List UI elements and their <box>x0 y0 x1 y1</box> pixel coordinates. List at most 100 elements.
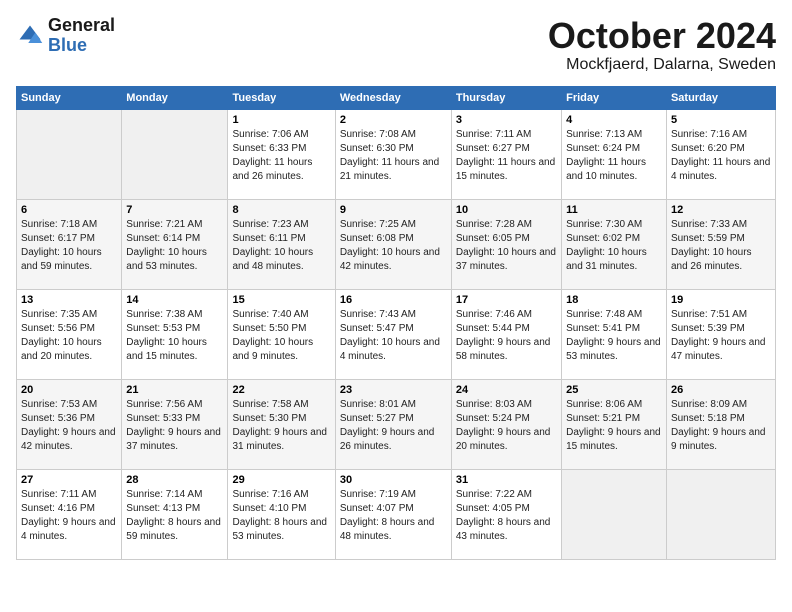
calendar-cell: 11 Sunrise: 7:30 AMSunset: 6:02 PMDayligh… <box>562 199 667 289</box>
col-friday: Friday <box>562 86 667 109</box>
calendar-week-1: 1 Sunrise: 7:06 AMSunset: 6:33 PMDaylight… <box>17 109 776 199</box>
calendar-cell: 10Sunrise: 7:28 AMSunset: 6:05 PMDayligh… <box>451 199 561 289</box>
title-block: October 2024 Mockfjaerd, Dalarna, Sweden <box>548 16 776 74</box>
day-info: Sunrise: 7:56 AMSunset: 5:33 PMDaylight:… <box>126 398 223 454</box>
day-number: 11 <box>566 204 662 216</box>
day-info: Sunrise: 7:25 AMSunset: 6:08 PMDaylight:… <box>340 218 447 274</box>
calendar-cell: 7 Sunrise: 7:21 AMSunset: 6:14 PMDaylight… <box>122 199 228 289</box>
day-info: Sunrise: 7:33 AMSunset: 5:59 PMDaylight:… <box>671 218 771 274</box>
day-number: 18 <box>566 294 662 306</box>
day-info: Sunrise: 7:19 AMSunset: 4:07 PMDaylight:… <box>340 488 447 544</box>
calendar-cell: 2 Sunrise: 7:08 AMSunset: 6:30 PMDaylight… <box>335 109 451 199</box>
day-number: 9 <box>340 204 447 216</box>
day-number: 25 <box>566 384 662 396</box>
day-info: Sunrise: 7:53 AMSunset: 5:36 PMDaylight:… <box>21 398 117 454</box>
day-number: 17 <box>456 294 557 306</box>
day-number: 30 <box>340 474 447 486</box>
day-info: Sunrise: 7:28 AMSunset: 6:05 PMDaylight:… <box>456 218 557 274</box>
calendar-cell: 5 Sunrise: 7:16 AMSunset: 6:20 PMDaylight… <box>666 109 775 199</box>
calendar-cell: 8 Sunrise: 7:23 AMSunset: 6:11 PMDaylight… <box>228 199 335 289</box>
day-number: 28 <box>126 474 223 486</box>
calendar-cell: 13 Sunrise: 7:35 AMSunset: 5:56 PMDayligh… <box>17 289 122 379</box>
day-number: 5 <box>671 114 771 126</box>
calendar-cell: 19 Sunrise: 7:51 AMSunset: 5:39 PMDayligh… <box>666 289 775 379</box>
day-number: 3 <box>456 114 557 126</box>
day-info: Sunrise: 7:51 AMSunset: 5:39 PMDaylight:… <box>671 308 771 364</box>
day-info: Sunrise: 7:16 AMSunset: 6:20 PMDaylight:… <box>671 128 771 184</box>
calendar-header: Sunday Monday Tuesday Wednesday Thursday… <box>17 86 776 109</box>
calendar-cell: 3 Sunrise: 7:11 AMSunset: 6:27 PMDaylight… <box>451 109 561 199</box>
calendar-cell <box>122 109 228 199</box>
calendar-cell: 6 Sunrise: 7:18 AMSunset: 6:17 PMDaylight… <box>17 199 122 289</box>
day-number: 31 <box>456 474 557 486</box>
calendar-cell: 25Sunrise: 8:06 AMSunset: 5:21 PMDayligh… <box>562 379 667 469</box>
logo-text: General Blue <box>48 16 115 56</box>
calendar-cell: 20 Sunrise: 7:53 AMSunset: 5:36 PMDayligh… <box>17 379 122 469</box>
day-info: Sunrise: 7:43 AMSunset: 5:47 PMDaylight:… <box>340 308 447 364</box>
header-row: Sunday Monday Tuesday Wednesday Thursday… <box>17 86 776 109</box>
calendar-cell: 16 Sunrise: 7:43 AMSunset: 5:47 PMDayligh… <box>335 289 451 379</box>
day-number: 19 <box>671 294 771 306</box>
calendar-week-5: 27 Sunrise: 7:11 AMSunset: 4:16 PMDayligh… <box>17 469 776 559</box>
day-number: 27 <box>21 474 117 486</box>
calendar-cell: 4Sunrise: 7:13 AMSunset: 6:24 PMDaylight… <box>562 109 667 199</box>
day-number: 1 <box>232 114 330 126</box>
day-number: 4 <box>566 114 662 126</box>
calendar-body: 1 Sunrise: 7:06 AMSunset: 6:33 PMDaylight… <box>17 109 776 559</box>
calendar-cell: 24 Sunrise: 8:03 AMSunset: 5:24 PMDayligh… <box>451 379 561 469</box>
col-tuesday: Tuesday <box>228 86 335 109</box>
day-number: 21 <box>126 384 223 396</box>
col-saturday: Saturday <box>666 86 775 109</box>
calendar-cell: 15 Sunrise: 7:40 AMSunset: 5:50 PMDayligh… <box>228 289 335 379</box>
calendar-cell: 22Sunrise: 7:58 AMSunset: 5:30 PMDayligh… <box>228 379 335 469</box>
calendar-cell: 27 Sunrise: 7:11 AMSunset: 4:16 PMDayligh… <box>17 469 122 559</box>
calendar-cell: 29Sunrise: 7:16 AMSunset: 4:10 PMDayligh… <box>228 469 335 559</box>
day-number: 13 <box>21 294 117 306</box>
day-number: 6 <box>21 204 117 216</box>
day-info: Sunrise: 7:23 AMSunset: 6:11 PMDaylight:… <box>232 218 330 274</box>
day-number: 15 <box>232 294 330 306</box>
day-number: 2 <box>340 114 447 126</box>
day-number: 23 <box>340 384 447 396</box>
calendar-week-4: 20 Sunrise: 7:53 AMSunset: 5:36 PMDayligh… <box>17 379 776 469</box>
day-info: Sunrise: 7:40 AMSunset: 5:50 PMDaylight:… <box>232 308 330 364</box>
logo-icon <box>16 22 44 50</box>
day-info: Sunrise: 7:35 AMSunset: 5:56 PMDaylight:… <box>21 308 117 364</box>
day-info: Sunrise: 7:08 AMSunset: 6:30 PMDaylight:… <box>340 128 447 184</box>
calendar-cell: 9 Sunrise: 7:25 AMSunset: 6:08 PMDaylight… <box>335 199 451 289</box>
calendar-week-3: 13 Sunrise: 7:35 AMSunset: 5:56 PMDayligh… <box>17 289 776 379</box>
day-number: 16 <box>340 294 447 306</box>
calendar-cell: 31Sunrise: 7:22 AMSunset: 4:05 PMDayligh… <box>451 469 561 559</box>
logo: General Blue <box>16 16 115 56</box>
calendar-cell <box>562 469 667 559</box>
calendar-cell: 12 Sunrise: 7:33 AMSunset: 5:59 PMDayligh… <box>666 199 775 289</box>
calendar-cell: 17Sunrise: 7:46 AMSunset: 5:44 PMDayligh… <box>451 289 561 379</box>
col-sunday: Sunday <box>17 86 122 109</box>
calendar-cell: 21 Sunrise: 7:56 AMSunset: 5:33 PMDayligh… <box>122 379 228 469</box>
day-info: Sunrise: 7:16 AMSunset: 4:10 PMDaylight:… <box>232 488 330 544</box>
calendar-cell: 26Sunrise: 8:09 AMSunset: 5:18 PMDayligh… <box>666 379 775 469</box>
day-number: 20 <box>21 384 117 396</box>
page-header: General Blue October 2024 Mockfjaerd, Da… <box>16 16 776 74</box>
day-info: Sunrise: 7:14 AMSunset: 4:13 PMDaylight:… <box>126 488 223 544</box>
calendar-table: Sunday Monday Tuesday Wednesday Thursday… <box>16 86 776 560</box>
day-info: Sunrise: 7:38 AMSunset: 5:53 PMDaylight:… <box>126 308 223 364</box>
day-number: 12 <box>671 204 771 216</box>
calendar-cell: 18Sunrise: 7:48 AMSunset: 5:41 PMDayligh… <box>562 289 667 379</box>
col-monday: Monday <box>122 86 228 109</box>
calendar-cell: 28 Sunrise: 7:14 AMSunset: 4:13 PMDayligh… <box>122 469 228 559</box>
calendar-cell: 23Sunrise: 8:01 AMSunset: 5:27 PMDayligh… <box>335 379 451 469</box>
day-number: 7 <box>126 204 223 216</box>
day-number: 24 <box>456 384 557 396</box>
day-info: Sunrise: 8:03 AMSunset: 5:24 PMDaylight:… <box>456 398 557 454</box>
day-info: Sunrise: 7:06 AMSunset: 6:33 PMDaylight:… <box>232 128 330 184</box>
day-info: Sunrise: 7:30 AMSunset: 6:02 PMDaylight:… <box>566 218 662 274</box>
day-info: Sunrise: 7:11 AMSunset: 4:16 PMDaylight:… <box>21 488 117 544</box>
day-number: 8 <box>232 204 330 216</box>
day-info: Sunrise: 7:18 AMSunset: 6:17 PMDaylight:… <box>21 218 117 274</box>
day-number: 26 <box>671 384 771 396</box>
day-info: Sunrise: 7:11 AMSunset: 6:27 PMDaylight:… <box>456 128 557 184</box>
day-number: 22 <box>232 384 330 396</box>
day-info: Sunrise: 7:21 AMSunset: 6:14 PMDaylight:… <box>126 218 223 274</box>
page-title: October 2024 <box>548 16 776 56</box>
